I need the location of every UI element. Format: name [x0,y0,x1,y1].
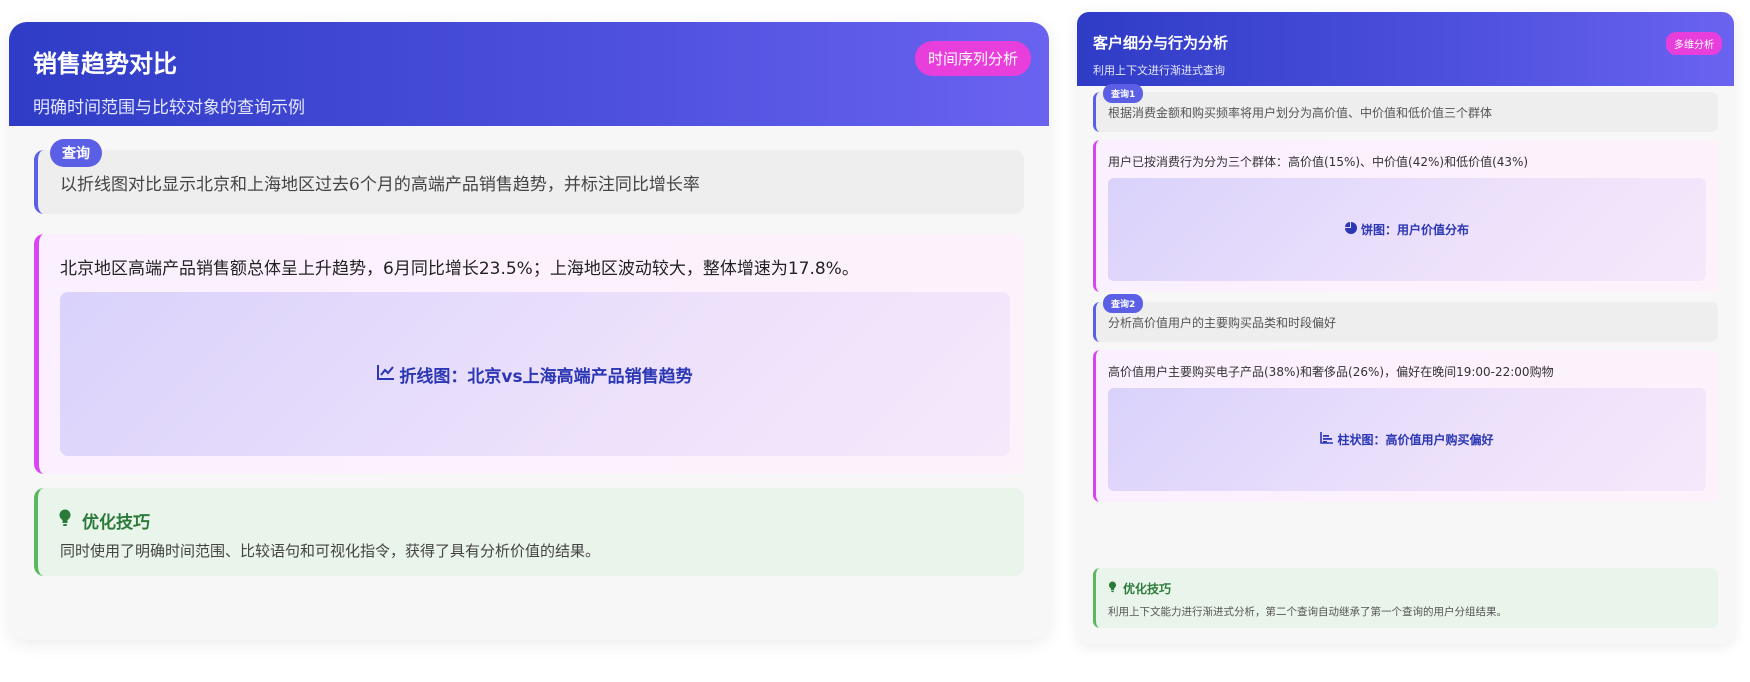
tip-title: 优化技巧 [82,513,150,533]
tip-text: 同时使用了明确时间范围、比较语句和可视化指令，获得了具有分析价值的结果。 [60,542,601,560]
bar-chart-icon [1320,432,1334,447]
query2-text: 分析高价值用户的主要购买品类和时段偏好 [1108,316,1337,330]
answer-box: 北京地区高端产品销售额总体呈上升趋势，6月同比增长23.5%；上海地区波动较大，… [34,234,1024,474]
query1-text: 根据消费金额和购买频率将用户划分为高价值、中价值和低价值三个群体 [1108,106,1493,120]
tip-title: 优化技巧 [1123,582,1172,596]
query-text: 以折线图对比显示北京和上海地区过去6个月的高端产品销售趋势，并标注同比增长率 [60,175,700,195]
query2-badge: 查询2 [1103,294,1144,313]
query-badge: 查询 [50,139,102,167]
category-tag: 时间序列分析 [914,41,1031,76]
answer2-box: 高价值用户主要购买电子产品(38%)和奢侈品(26%)，偏好在晚间19:00-2… [1093,350,1718,502]
answer-text: 北京地区高端产品销售额总体呈上升趋势，6月同比增长23.5%；上海地区波动较大，… [60,259,859,279]
answer1-text: 用户已按消费行为分为三个群体：高价值(15%)、中价值(42%)和低价值(43%… [1108,155,1529,169]
query2-box: 分析高价值用户的主要购买品类和时段偏好 [1093,302,1718,342]
chart-label: 饼图：用户价值分布 [1360,223,1469,237]
card-subtitle: 明确时间范围与比较对象的查询示例 [33,98,305,118]
pie-chart-icon [1344,222,1357,237]
tip-text: 利用上下文能力进行渐进式分析，第二个查询自动继承了第一个查询的用户分组结果。 [1108,606,1507,618]
bar-chart-placeholder[interactable]: 柱状图：高价值用户购买偏好 [1108,388,1706,491]
lightbulb-icon [1108,581,1117,596]
tip-box: 优化技巧 利用上下文能力进行渐进式分析，第二个查询自动继承了第一个查询的用户分组… [1093,568,1718,628]
query1-badge: 查询1 [1103,84,1144,103]
chart-label: 折线图：北京vs上海高端产品销售趋势 [399,366,693,387]
line-chart-icon [377,364,395,385]
customer-segmentation-card: 客户细分与行为分析 利用上下文进行渐进式查询 多维分析 查询1 根据消费金额和购… [1077,12,1734,644]
tip-box: 优化技巧 同时使用了明确时间范围、比较语句和可视化指令，获得了具有分析价值的结果… [34,488,1024,576]
sales-trend-card: 销售趋势对比 明确时间范围与比较对象的查询示例 时间序列分析 查询 以折线图对比… [9,22,1049,640]
chart-label: 柱状图：高价值用户购买偏好 [1337,433,1494,447]
pie-chart-placeholder[interactable]: 饼图：用户价值分布 [1108,178,1706,281]
card-title: 客户细分与行为分析 [1093,34,1229,52]
query1-box: 根据消费金额和购买频率将用户划分为高价值、中价值和低价值三个群体 [1093,92,1718,132]
category-tag: 多维分析 [1666,32,1722,55]
card-subtitle: 利用上下文进行渐进式查询 [1093,64,1225,77]
line-chart-placeholder[interactable]: 折线图：北京vs上海高端产品销售趋势 [60,292,1010,456]
card-header: 客户细分与行为分析 利用上下文进行渐进式查询 多维分析 [1077,12,1734,86]
answer2-text: 高价值用户主要购买电子产品(38%)和奢侈品(26%)，偏好在晚间19:00-2… [1108,365,1554,379]
card-title: 销售趋势对比 [33,50,177,78]
card-header: 销售趋势对比 明确时间范围与比较对象的查询示例 时间序列分析 [9,22,1049,126]
answer1-box: 用户已按消费行为分为三个群体：高价值(15%)、中价值(42%)和低价值(43%… [1093,140,1718,292]
lightbulb-icon [58,509,72,532]
query-box: 以折线图对比显示北京和上海地区过去6个月的高端产品销售趋势，并标注同比增长率 [34,150,1024,214]
